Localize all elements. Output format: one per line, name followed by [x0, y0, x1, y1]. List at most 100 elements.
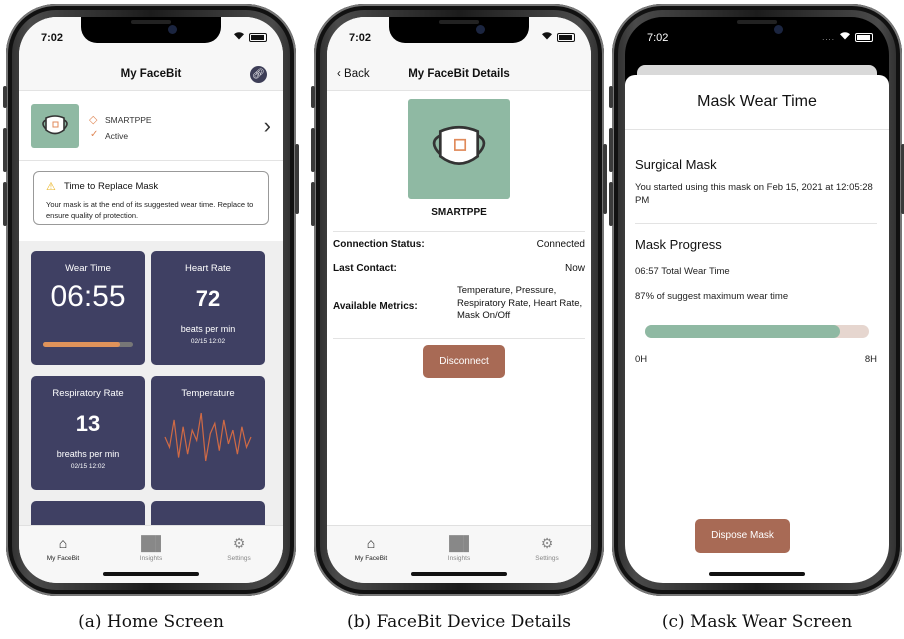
battery-icon	[249, 32, 267, 42]
bar-chart-icon: ▐█▌	[444, 535, 474, 551]
axis-start-label: 0H	[635, 354, 648, 365]
connection-status-row: Connection Status: Connected	[333, 231, 585, 255]
caption-c: (c) Mask Wear Screen	[661, 612, 853, 632]
page-title: My FaceBit Details	[408, 68, 510, 80]
metric-tile-partial[interactable]	[151, 501, 265, 525]
tab-label: Insights	[447, 555, 471, 562]
tab-label: My FaceBit	[46, 555, 80, 562]
home-icon: ⌂	[58, 535, 68, 551]
heart-rate-unit: beats per min	[180, 324, 236, 334]
tab-label: Settings	[227, 555, 251, 562]
last-contact-row: Last Contact: Now	[333, 255, 585, 281]
device-status: Active	[105, 131, 129, 141]
mask-type: Surgical Mask	[635, 157, 717, 172]
row-label: Available Metrics:	[333, 301, 418, 312]
metric-tile-partial[interactable]	[31, 501, 145, 525]
tile-title: Heart Rate	[185, 263, 231, 274]
notch	[687, 17, 827, 43]
tab-settings[interactable]: ⚙ Settings	[195, 526, 283, 583]
tile-title: Temperature	[181, 388, 235, 399]
heart-rate-tile[interactable]: Heart Rate 72 beats per min 02/15 12:02	[151, 251, 265, 365]
home-indicator[interactable]	[709, 572, 805, 576]
wear-progress-fill	[645, 325, 840, 338]
row-value: Temperature, Pressure, Respiratory Rate,…	[457, 285, 583, 321]
tab-label: My FaceBit	[354, 555, 388, 562]
home-indicator[interactable]	[411, 572, 507, 576]
temperature-sparkline	[164, 412, 252, 462]
respiratory-rate-value: 13	[75, 411, 101, 436]
heart-rate-date: 02/15 12:02	[190, 338, 226, 345]
total-wear-time: 06:57 Total Wear Time	[635, 266, 730, 277]
wear-progress-bar	[43, 342, 133, 347]
status-time: 7:02	[41, 32, 64, 44]
caption-b: (b) FaceBit Device Details	[346, 612, 572, 632]
battery-icon	[855, 32, 873, 42]
row-label: Last Contact:	[333, 263, 397, 274]
dispose-mask-button[interactable]: Dispose Mask	[695, 519, 790, 553]
warning-icon: ⚠	[46, 181, 56, 193]
tag-icon: ◇	[89, 114, 98, 126]
started-text: You started using this mask on Feb 15, 2…	[635, 182, 873, 206]
tab-my-facebit[interactable]: ⌂ My FaceBit	[327, 526, 415, 583]
nav-bar: My FaceBit 🔗︎	[19, 57, 283, 91]
link-icon[interactable]: 🔗︎	[250, 66, 267, 83]
replace-mask-alert: ⚠ Time to Replace Mask Your mask is at t…	[33, 171, 269, 225]
wear-progress-fill	[43, 342, 121, 347]
sheet-title: Mask Wear Time	[697, 93, 817, 110]
tile-title: Wear Time	[65, 263, 111, 274]
mask-wear-sheet: Mask Wear Time Surgical Mask You started…	[625, 75, 889, 583]
temperature-tile[interactable]: Temperature	[151, 376, 265, 490]
phone-device-details: 7:02 ‹ Back My FaceBit Details SMARTPPE …	[311, 4, 607, 596]
device-name: SMARTPPE	[105, 115, 152, 125]
wear-time-tile[interactable]: Wear Time 06:55	[31, 251, 145, 365]
device-row[interactable]: ◇ SMARTPPE ✓ Active ›	[19, 93, 283, 161]
tab-my-facebit[interactable]: ⌂ My FaceBit	[19, 526, 107, 583]
checkmark-icon: ✓	[90, 129, 99, 140]
mask-icon	[432, 125, 486, 165]
nav-bar: ‹ Back My FaceBit Details	[327, 57, 591, 91]
page-title: My FaceBit	[120, 68, 182, 80]
wear-time-value: 06:55	[50, 280, 126, 313]
row-value: Connected	[536, 239, 585, 250]
percent-of-max: 87% of suggest maximum wear time	[635, 291, 789, 302]
wifi-icon	[839, 31, 851, 43]
device-name: SMARTPPE	[431, 207, 487, 218]
wifi-icon	[541, 31, 553, 43]
notch	[81, 17, 221, 43]
tab-settings[interactable]: ⚙ Settings	[503, 526, 591, 583]
axis-end-label: 8H	[864, 354, 877, 365]
status-time: 7:02	[647, 32, 669, 44]
respiratory-rate-unit: breaths per min	[56, 449, 120, 459]
gear-icon: ⚙	[232, 535, 246, 551]
respiratory-rate-tile[interactable]: Respiratory Rate 13 breaths per min 02/1…	[31, 376, 145, 490]
screen: 7:02 ‹ Back My FaceBit Details SMARTPPE …	[327, 17, 591, 583]
home-icon: ⌂	[366, 535, 376, 551]
screen: 7:02 .... Mask Wear Time Surgical Mask Y…	[625, 17, 889, 583]
phone-mask-wear: 7:02 .... Mask Wear Time Surgical Mask Y…	[609, 4, 904, 596]
phone-home-screen: 7:02 My FaceBit 🔗︎ ◇ SMARTPPE ✓ Active ›…	[3, 4, 299, 596]
tab-label: Insights	[139, 555, 163, 562]
alert-body: Your mask is at the end of its suggested…	[46, 200, 254, 220]
chevron-right-icon[interactable]: ›	[264, 113, 271, 139]
metrics-grid: Wear Time 06:55 Heart Rate 72 beats per …	[19, 241, 283, 525]
bar-chart-icon: ▐█▌	[136, 535, 166, 551]
home-indicator[interactable]	[103, 572, 199, 576]
mask-thumbnail	[31, 104, 79, 148]
mask-icon	[42, 115, 68, 135]
wifi-icon	[233, 31, 245, 43]
disconnect-button[interactable]: Disconnect	[423, 345, 505, 378]
tile-title: Respiratory Rate	[52, 388, 124, 399]
alert-title: Time to Replace Mask	[64, 181, 159, 192]
gear-icon: ⚙	[540, 535, 554, 551]
row-value: Now	[564, 263, 585, 274]
available-metrics-row: Available Metrics: Temperature, Pressure…	[333, 281, 585, 339]
wear-progress-bar	[645, 325, 869, 338]
heart-rate-value: 72	[195, 286, 221, 311]
screen: 7:02 My FaceBit 🔗︎ ◇ SMARTPPE ✓ Active ›…	[19, 17, 283, 583]
status-time: 7:02	[349, 32, 372, 44]
battery-icon	[557, 32, 575, 42]
caption-a: (a) Home Screen	[78, 612, 224, 632]
mask-thumbnail	[408, 99, 510, 199]
respiratory-rate-date: 02/15 12:02	[70, 463, 106, 470]
tab-label: Settings	[535, 555, 559, 562]
